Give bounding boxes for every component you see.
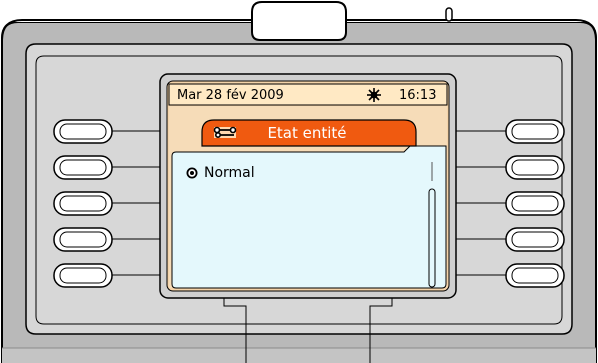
softkey-left-2[interactable] — [54, 156, 112, 179]
list-item-label[interactable]: Normal — [204, 164, 255, 182]
status-time: 16:13 — [399, 88, 437, 103]
led-indicator — [445, 7, 453, 22]
softkey-right-3[interactable] — [506, 192, 564, 215]
softkey-left-1[interactable] — [54, 120, 112, 143]
softkey-left-3[interactable] — [54, 192, 112, 215]
softkey-right-5[interactable] — [506, 264, 564, 287]
sun-icon — [367, 88, 381, 102]
status-date: Mar 28 fév 2009 — [177, 88, 284, 103]
softkey-right-1[interactable] — [506, 120, 564, 143]
softkey-left-5[interactable] — [54, 264, 112, 287]
softkey-right-2[interactable] — [506, 156, 564, 179]
softkey-left-4[interactable] — [54, 228, 112, 251]
screen-title: Etat entité — [267, 124, 347, 142]
phone-device — [0, 0, 598, 363]
bottom-strip — [2, 348, 596, 363]
softkey-right-4[interactable] — [506, 228, 564, 251]
radio-selected-icon — [186, 167, 198, 179]
camera-notch — [251, 1, 347, 41]
